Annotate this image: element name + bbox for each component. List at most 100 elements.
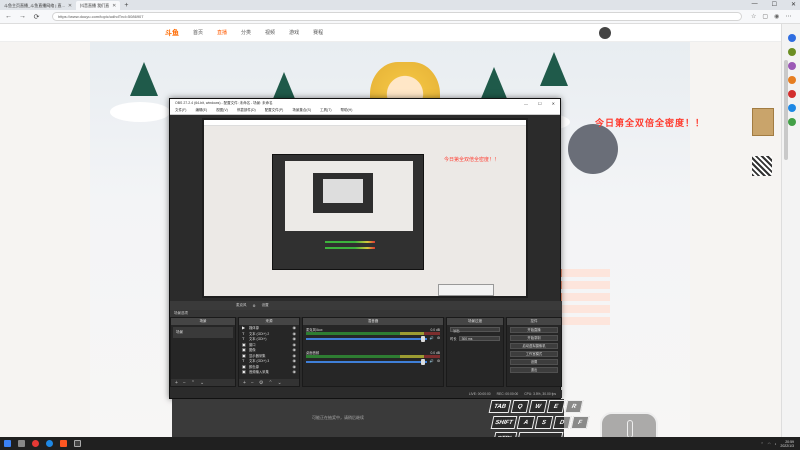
speaker-icon[interactable]: 🔊 bbox=[430, 359, 434, 363]
volume-fader[interactable] bbox=[306, 336, 427, 342]
snow-mound bbox=[110, 102, 170, 122]
remove-source-icon[interactable]: − bbox=[251, 380, 254, 386]
back-button[interactable]: ← bbox=[4, 13, 13, 20]
exit-button[interactable]: 退出 bbox=[510, 366, 558, 373]
nav-home[interactable]: 首页 bbox=[193, 29, 203, 36]
obs-icon[interactable] bbox=[74, 440, 81, 447]
menu-help[interactable]: 帮助(H) bbox=[341, 108, 353, 113]
new-tab-button[interactable]: + bbox=[120, 2, 132, 9]
visibility-icon[interactable]: ◉ bbox=[293, 325, 297, 330]
move-up-icon[interactable]: ⌃ bbox=[268, 380, 272, 386]
menu-tools[interactable]: 工具(T) bbox=[320, 108, 331, 113]
mic-toggle[interactable]: 麦克风 bbox=[236, 303, 247, 308]
nav-live[interactable]: 直播 bbox=[217, 29, 227, 36]
duration-input[interactable]: 300 ms bbox=[458, 336, 500, 341]
menu-file[interactable]: 文件(F) bbox=[175, 108, 186, 113]
sidebar-games-icon[interactable] bbox=[788, 76, 796, 84]
obs-close-button[interactable]: ✕ bbox=[552, 101, 555, 106]
speaker-icon[interactable]: 🔊 bbox=[430, 336, 434, 340]
collections-icon[interactable]: ▢ bbox=[762, 13, 768, 20]
visibility-icon[interactable]: ◉ bbox=[293, 342, 297, 347]
close-button[interactable]: ✕ bbox=[791, 1, 796, 8]
preview-settings[interactable]: 设置 bbox=[262, 303, 269, 308]
volume-icon[interactable]: ♪ bbox=[775, 442, 777, 446]
profile-icon[interactable]: ◉ bbox=[774, 13, 779, 20]
menu-view[interactable]: 视图(V) bbox=[216, 108, 228, 113]
search-icon[interactable] bbox=[18, 440, 25, 447]
preview-controls: 麦克风 ⚙ 设置 bbox=[170, 301, 562, 310]
remove-scene-icon[interactable]: − bbox=[183, 380, 186, 386]
edge-icon[interactable] bbox=[46, 440, 53, 447]
user-avatar[interactable] bbox=[599, 27, 611, 39]
volume-fader[interactable] bbox=[306, 359, 427, 365]
address-bar[interactable]: https://www.douyu.com/topic/udhdTnd=5086… bbox=[52, 12, 742, 21]
channel-settings-icon[interactable]: ⚙ bbox=[437, 336, 440, 340]
sidebar-tools-icon[interactable] bbox=[788, 62, 796, 70]
favorites-icon[interactable]: ☆ bbox=[751, 13, 756, 20]
start-streaming-button[interactable]: 开始直播 bbox=[510, 326, 558, 333]
move-down-icon[interactable]: ⌄ bbox=[200, 380, 204, 386]
fader-knob[interactable] bbox=[420, 336, 425, 342]
menu-icon[interactable]: ⋯ bbox=[785, 13, 791, 20]
gear-icon[interactable]: ⚙ bbox=[253, 304, 256, 308]
add-source-icon[interactable]: + bbox=[243, 380, 246, 386]
nav-schedule[interactable]: 赛程 bbox=[313, 29, 323, 36]
menu-docks[interactable]: 停靠部件(D) bbox=[237, 108, 256, 113]
start-icon[interactable] bbox=[4, 440, 11, 447]
studio-mode-button[interactable]: 工作室模式 bbox=[510, 350, 558, 357]
virtual-camera-button[interactable]: 启动虚拟摄像机 bbox=[510, 342, 558, 349]
key-r: R bbox=[564, 400, 584, 413]
menu-profile[interactable]: 配置文件(P) bbox=[265, 108, 284, 113]
minimize-button[interactable]: — bbox=[752, 1, 758, 8]
visibility-icon[interactable]: ◉ bbox=[293, 369, 297, 374]
visibility-icon[interactable]: ◉ bbox=[293, 353, 297, 358]
sidebar-outlook-icon[interactable] bbox=[788, 104, 796, 112]
nav-video[interactable]: 视频 bbox=[265, 29, 275, 36]
right-chat-list bbox=[560, 269, 610, 329]
tray-up-icon[interactable]: ⌃ bbox=[761, 442, 764, 446]
sidebar-add-icon[interactable] bbox=[788, 118, 796, 126]
settings-button[interactable]: 设置 bbox=[510, 358, 558, 365]
nav-games[interactable]: 游戏 bbox=[289, 29, 299, 36]
visibility-icon[interactable]: ◉ bbox=[293, 364, 297, 369]
visibility-icon[interactable]: ◉ bbox=[293, 331, 297, 336]
sidebar-shopping-icon[interactable] bbox=[788, 48, 796, 56]
source-settings-icon[interactable]: ⚙ bbox=[259, 380, 263, 386]
list-item bbox=[560, 269, 610, 277]
start-recording-button[interactable]: 开始录制 bbox=[510, 334, 558, 341]
visibility-icon[interactable]: ◉ bbox=[293, 358, 297, 363]
tab-2[interactable]: 抖音直播 我们直 ✕ bbox=[76, 1, 121, 10]
move-up-icon[interactable]: ⌃ bbox=[191, 380, 195, 386]
scrollbar-thumb[interactable] bbox=[784, 60, 788, 160]
sidebar-search-icon[interactable] bbox=[788, 34, 796, 42]
refresh-button[interactable]: ⟳ bbox=[32, 13, 41, 21]
source-item[interactable]: ▣ 音频输入采集 ◉ bbox=[239, 369, 299, 375]
site-logo[interactable]: 斗鱼 bbox=[165, 28, 179, 38]
channel-settings-icon[interactable]: ⚙ bbox=[437, 359, 440, 363]
visibility-icon[interactable]: ◉ bbox=[293, 336, 297, 341]
clock[interactable]: 20:59 2022/1/3 bbox=[780, 440, 794, 448]
sidebar-office-icon[interactable] bbox=[788, 90, 796, 98]
add-scene-icon[interactable]: + bbox=[175, 380, 178, 386]
close-tab-icon[interactable]: ✕ bbox=[68, 3, 72, 9]
obs-preview[interactable]: 今日第全双倍全密度！！ bbox=[202, 118, 528, 298]
network-icon[interactable]: ◠ bbox=[768, 442, 771, 446]
menu-scene-collection[interactable]: 场景集合(S) bbox=[292, 108, 311, 113]
sources-footer: + − ⚙ ⌃ ⌄ bbox=[239, 379, 299, 386]
fader-knob[interactable] bbox=[420, 359, 425, 365]
side-promo-card[interactable] bbox=[752, 108, 774, 136]
move-down-icon[interactable]: ⌄ bbox=[278, 380, 282, 386]
tab-1[interactable]: 斗鱼主页直播_斗鱼直播网络 | 直... ✕ bbox=[0, 1, 76, 10]
maximize-button[interactable]: ☐ bbox=[772, 1, 777, 8]
obs-minimize-button[interactable]: — bbox=[524, 101, 528, 106]
obs-maximize-button[interactable]: ☐ bbox=[538, 101, 542, 106]
app-red-icon[interactable] bbox=[32, 440, 39, 447]
forward-button[interactable]: → bbox=[18, 13, 27, 20]
visibility-icon[interactable]: ◉ bbox=[293, 347, 297, 352]
transition-type-select[interactable]: 淡出 bbox=[450, 327, 500, 333]
app-orange-icon[interactable] bbox=[60, 440, 67, 447]
menu-edit[interactable]: 编辑(E) bbox=[195, 108, 207, 113]
nav-category[interactable]: 分类 bbox=[241, 29, 251, 36]
scene-item[interactable]: 场景 bbox=[173, 327, 233, 338]
close-tab-icon[interactable]: ✕ bbox=[112, 3, 116, 9]
